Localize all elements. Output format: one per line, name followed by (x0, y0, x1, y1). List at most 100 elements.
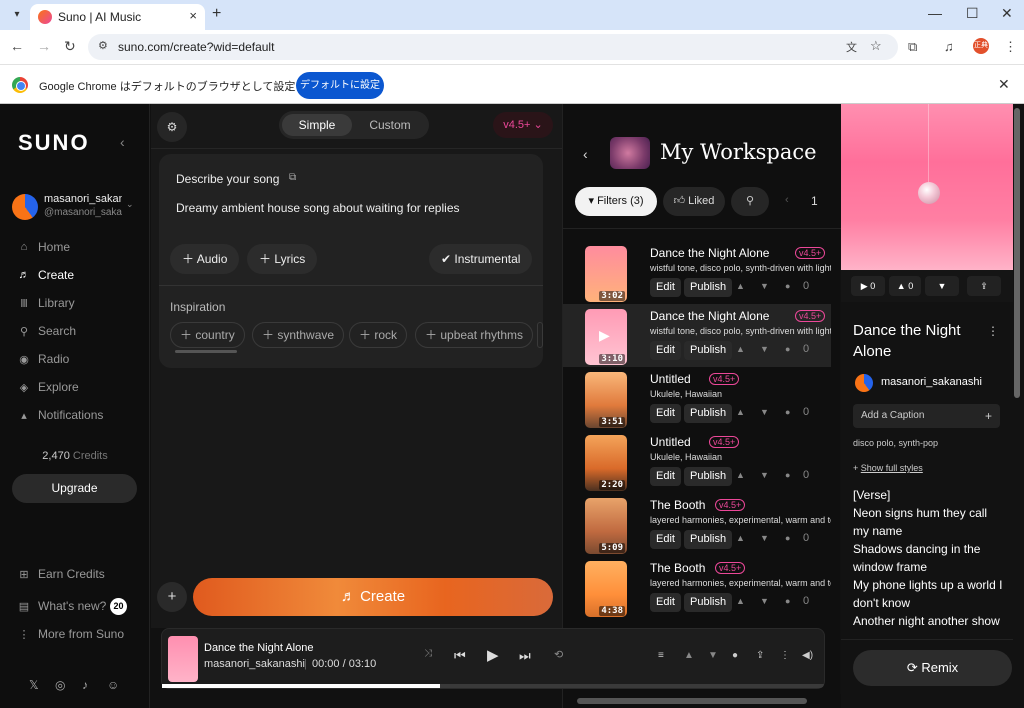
add-caption-field[interactable]: Add a Caption + (853, 404, 1000, 428)
dislike-button[interactable]: ▼ (925, 276, 959, 296)
song-title[interactable]: Untitled (650, 435, 691, 449)
sidebar-item-home[interactable]: ⌂ Home (18, 237, 70, 257)
menu-icon[interactable]: ⋮ (1004, 39, 1017, 55)
publish-button[interactable]: Publish (684, 404, 733, 423)
x-icon[interactable]: 𝕏 (29, 678, 39, 692)
detail-scrollbar[interactable] (1014, 108, 1020, 398)
reload-icon[interactable]: ↻ (64, 38, 76, 55)
infobar-close-icon[interactable]: ✕ (998, 76, 1010, 93)
comment-icon[interactable]: ● (732, 650, 738, 661)
thumbs-down-icon[interactable]: ▼ (760, 533, 769, 543)
inspiration-tag[interactable]: ＋ synthwave (252, 322, 345, 348)
share-button[interactable]: ⇪ (967, 276, 1001, 296)
sidebar-item-create[interactable]: ♬ Create (18, 265, 75, 285)
song-title[interactable]: The Booth (650, 498, 705, 512)
comment-icon[interactable]: ● (785, 344, 790, 354)
site-info-icon[interactable]: ⚙ (98, 39, 108, 52)
extensions-icon[interactable]: ⧉ (908, 39, 917, 55)
publish-button[interactable]: Publish (684, 593, 733, 612)
comment-icon[interactable]: ● (785, 533, 790, 543)
thumbs-up-icon[interactable]: ▲ (736, 281, 745, 291)
tab-close-icon[interactable]: × (189, 8, 197, 23)
publish-button[interactable]: Publish (684, 341, 733, 360)
instrumental-toggle[interactable]: ✔ Instrumental (429, 244, 533, 274)
model-version-select[interactable]: v4.5+ ⌄ (493, 112, 553, 138)
song-row[interactable]: ▶ 3:10 Dance the Night Alone v4.5+ wistful t… (563, 304, 831, 367)
bookmark-star-icon[interactable]: ☆ (870, 38, 882, 54)
tags-scrollbar[interactable] (175, 350, 237, 353)
song-thumbnail[interactable]: 3:51 (585, 372, 627, 428)
song-row[interactable]: 3:02 Dance the Night Alone v4.5+ wistful to… (563, 241, 831, 304)
thumbs-up-icon[interactable]: ▲ (684, 650, 694, 661)
sidebar-item-library[interactable]: Ⅲ Library (18, 293, 74, 313)
song-thumbnail[interactable]: 2:20 (585, 435, 627, 491)
like-button[interactable]: ▲ 0 (889, 276, 921, 296)
previous-track-icon[interactable]: ⏮ (454, 648, 466, 664)
collapse-sidebar-icon[interactable]: ‹ (120, 134, 125, 150)
song-row[interactable]: 4:38 The Booth v4.5+ layered harmonies, exp… (563, 556, 831, 619)
discord-icon[interactable]: ☺ (107, 678, 119, 692)
repeat-icon[interactable]: ⟲ (554, 648, 563, 661)
player-artist[interactable]: masanori_sakanashi (204, 658, 305, 670)
back-icon[interactable]: ← (10, 38, 24, 54)
artist-name[interactable]: masanori_sakanashi (881, 376, 982, 388)
player-progress-bar[interactable] (162, 684, 824, 688)
comment-icon[interactable]: ● (785, 407, 790, 417)
song-thumbnail[interactable]: ▶ 3:10 (585, 309, 627, 365)
edit-button[interactable]: Edit (650, 341, 681, 360)
queue-icon[interactable]: ≡ (658, 650, 664, 661)
edit-button[interactable]: Edit (650, 404, 681, 423)
instagram-icon[interactable]: ◎ (55, 678, 65, 692)
song-title[interactable]: The Booth (650, 561, 705, 575)
song-title[interactable]: Dance the Night Alone (650, 246, 769, 260)
sidebar-item-search[interactable]: ⚲ Search (18, 321, 76, 341)
thumbs-up-icon[interactable]: ▲ (736, 344, 745, 354)
play-overlay-icon[interactable]: ▶ (599, 327, 610, 344)
publish-button[interactable]: Publish (684, 278, 733, 297)
tiktok-icon[interactable]: ♪ (82, 678, 88, 692)
shuffle-prompt-icon[interactable]: ⧉ (289, 172, 296, 183)
user-avatar[interactable] (12, 194, 38, 220)
inspiration-tag[interactable]: ＋ rock (349, 322, 408, 348)
back-chevron-icon[interactable]: ‹ (583, 146, 588, 162)
thumbs-up-icon[interactable]: ▲ (736, 596, 745, 606)
song-thumbnail[interactable]: 5:09 (585, 498, 627, 554)
next-track-icon[interactable]: ⏭ (519, 648, 531, 664)
more-vertical-icon[interactable]: ⋮ (780, 650, 790, 661)
tab-simple[interactable]: Simple (282, 114, 352, 136)
earn-credits-link[interactable]: ⊞ Earn Credits (18, 564, 104, 584)
workspace-search-button[interactable]: ⚲ (731, 187, 769, 216)
filters-button[interactable]: ▾ Filters (3) (575, 187, 657, 216)
more-from-suno-link[interactable]: ⋮ More from Suno (18, 624, 125, 644)
maximize-icon[interactable]: ☐ (966, 5, 979, 22)
thumbs-down-icon[interactable]: ▼ (760, 344, 769, 354)
thumbs-down-icon[interactable]: ▼ (760, 281, 769, 291)
profile-avatar[interactable]: 正典 (973, 38, 989, 54)
workspace-title[interactable]: My Workspace (660, 140, 817, 164)
suno-logo[interactable]: SUNO (18, 130, 90, 156)
address-bar[interactable]: ⚙ suno.com/create?wid=default 文 ☆ (88, 34, 898, 60)
window-close-icon[interactable]: ✕ (1001, 5, 1013, 22)
thumbs-up-icon[interactable]: ▲ (736, 407, 745, 417)
share-icon[interactable]: ⇪ (756, 650, 764, 661)
settings-gear-icon[interactable]: ⚙ (157, 112, 187, 142)
publish-button[interactable]: Publish (684, 530, 733, 549)
more-options-button[interactable]: + (157, 582, 187, 612)
user-name[interactable]: masanori_sakanashi (44, 193, 122, 205)
thumbs-up-icon[interactable]: ▲ (736, 470, 745, 480)
inspiration-tag[interactable]: ＋ country (170, 322, 245, 348)
song-thumbnail[interactable]: 3:02 (585, 246, 627, 302)
scrollbar-thumb[interactable] (577, 698, 807, 704)
minimize-icon[interactable]: — (928, 5, 942, 21)
comment-icon[interactable]: ● (785, 596, 790, 606)
edit-button[interactable]: Edit (650, 278, 681, 297)
inspiration-tag[interactable]: ＋ upbeat rhythms (415, 322, 534, 348)
shuffle-icon[interactable]: ⤨ (424, 648, 432, 659)
song-title[interactable]: Dance the Night Alone (650, 309, 769, 323)
inspiration-tag[interactable] (537, 322, 543, 348)
player-track-title[interactable]: Dance the Night Alone (204, 642, 313, 654)
song-more-icon[interactable]: ⋮ (987, 324, 999, 338)
liked-filter-button[interactable]: 👍︎ Liked (663, 187, 725, 216)
thumbs-down-icon[interactable]: ▼ (760, 596, 769, 606)
sidebar-item-explore[interactable]: ◈ Explore (18, 377, 79, 397)
